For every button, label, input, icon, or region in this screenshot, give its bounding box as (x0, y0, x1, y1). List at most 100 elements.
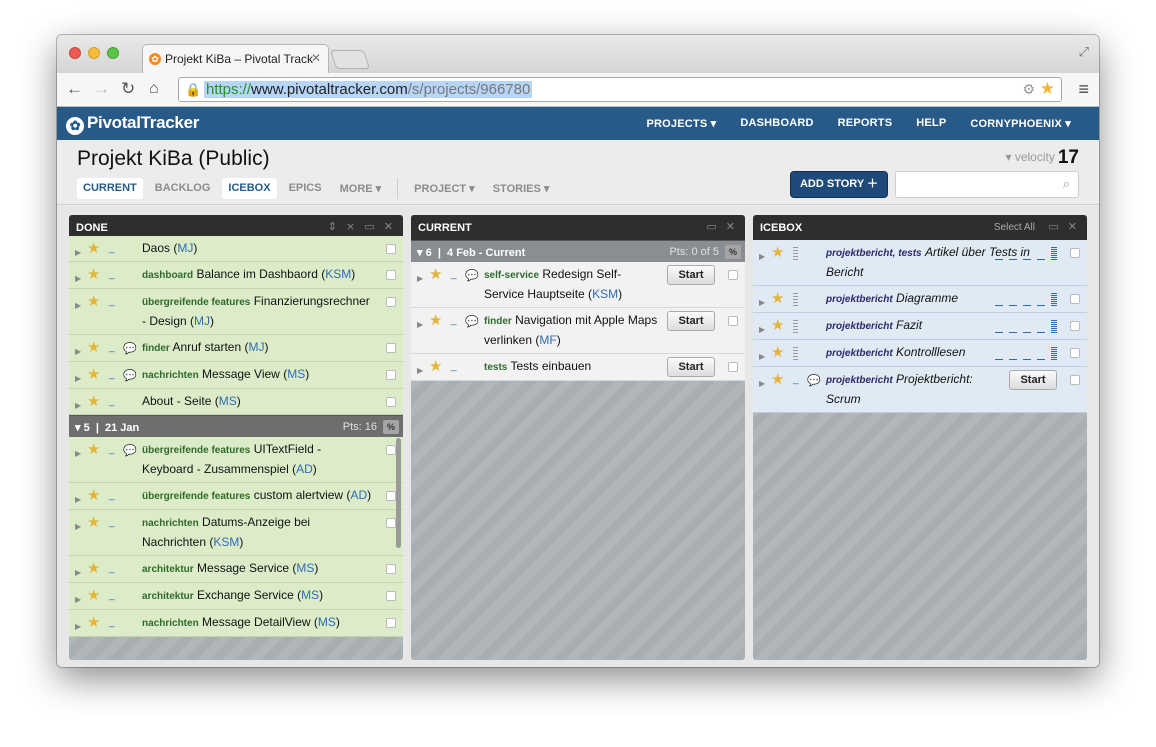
extension-icon[interactable]: ⚙ (1022, 81, 1035, 98)
select-checkbox[interactable] (386, 491, 396, 501)
story-label[interactable]: übergreifende features (142, 297, 250, 308)
estimate-icon[interactable]: _ (793, 375, 799, 385)
star-icon[interactable]: ★ (87, 292, 100, 311)
estimate-meter[interactable] (995, 247, 1057, 260)
start-button[interactable]: Start (667, 357, 715, 377)
estimate-icon[interactable]: _ (109, 445, 115, 455)
expand-icon[interactable]: ▶ (75, 296, 81, 315)
star-icon[interactable]: ★ (87, 239, 100, 258)
estimate-option[interactable] (1009, 332, 1017, 333)
select-checkbox[interactable] (386, 270, 396, 280)
estimate-option[interactable] (1023, 359, 1031, 360)
start-button[interactable]: Start (1009, 370, 1057, 390)
star-icon[interactable]: ★ (771, 343, 784, 362)
story-row[interactable]: ▶ ★ _ dashboard Balance im Dashbaord (KSM) (69, 262, 403, 289)
estimate-option[interactable] (1009, 259, 1017, 260)
select-checkbox[interactable] (1070, 375, 1080, 385)
pivotal-logo[interactable]: ✿ PivotalTracker (66, 113, 199, 135)
start-button[interactable]: Start (667, 311, 715, 331)
select-checkbox[interactable] (1070, 248, 1080, 258)
story-row[interactable]: ▶ ★ _ architektur Exchange Service (MS) (69, 583, 403, 610)
star-icon[interactable]: ★ (87, 365, 100, 384)
story-label[interactable]: architektur (142, 564, 194, 575)
select-checkbox[interactable] (386, 618, 396, 628)
estimate-option[interactable] (1023, 259, 1031, 260)
story-label[interactable]: finder (142, 343, 170, 354)
select-all-link[interactable]: Select All (994, 222, 1035, 233)
menu-project[interactable]: PROJECT ▾ (408, 178, 481, 199)
drag-handle-icon[interactable] (793, 347, 798, 360)
story-label[interactable]: nachrichten (142, 518, 199, 529)
star-icon[interactable]: ★ (87, 265, 100, 284)
select-checkbox[interactable] (386, 370, 396, 380)
story-label[interactable]: projektbericht (826, 348, 893, 359)
home-icon[interactable]: ⌂ (149, 79, 159, 99)
estimate-icon[interactable]: _ (109, 591, 115, 601)
forward-icon[interactable]: → (93, 79, 110, 99)
url-text[interactable]: https://www.pivotaltracker.com/s/project… (204, 81, 533, 98)
browser-menu-icon[interactable]: ≡ (1078, 79, 1089, 100)
scrollbar[interactable] (396, 438, 401, 548)
iteration-header[interactable]: ▾ 5 | 21 Jan Pts: 16% (69, 415, 403, 437)
expand-icon[interactable]: ▶ (75, 563, 81, 582)
estimate-meter[interactable] (995, 293, 1057, 306)
nav-user[interactable]: CORNYPHOENIX ▾ (970, 117, 1071, 130)
star-icon[interactable]: ★ (771, 370, 784, 389)
expand-icon[interactable]: ▶ (75, 590, 81, 609)
select-checkbox[interactable] (728, 362, 738, 372)
estimate-icon[interactable]: _ (109, 297, 115, 307)
menu-stories[interactable]: STORIES ▾ (487, 178, 556, 199)
star-icon[interactable]: ★ (87, 392, 100, 411)
select-checkbox[interactable] (386, 591, 396, 601)
story-row[interactable]: ▶ ★ _ About - Seite (MS) (69, 389, 403, 415)
story-row[interactable]: ▶ ★ _ 💬 self-service Redesign Self-Service H… (411, 262, 745, 308)
star-icon[interactable]: ★ (87, 559, 100, 578)
browser-tab[interactable]: ✿ Projekt KiBa – Pivotal Track ✕ (142, 44, 329, 73)
story-row[interactable]: ▶ ★ _ 💬 übergreifende features UITextField -… (69, 437, 403, 483)
iteration-header[interactable]: ▾ 6 | 4 Feb - Current Pts: 0 of 5% (411, 240, 745, 262)
star-icon[interactable]: ★ (87, 586, 100, 605)
estimate-option[interactable] (1051, 347, 1057, 360)
select-checkbox[interactable] (386, 343, 396, 353)
select-checkbox[interactable] (1070, 321, 1080, 331)
panel-controls-icon[interactable]: ⇕ ⨯ ▭ ✕ (328, 220, 396, 233)
star-icon[interactable]: ★ (87, 440, 100, 459)
estimate-option[interactable] (1051, 293, 1057, 306)
estimate-icon[interactable]: _ (109, 491, 115, 501)
select-checkbox[interactable] (728, 316, 738, 326)
star-icon[interactable]: ★ (429, 357, 442, 376)
expand-icon[interactable]: ▶ (417, 269, 423, 288)
estimate-icon[interactable]: _ (109, 564, 115, 574)
estimate-option[interactable] (1023, 332, 1031, 333)
estimate-option[interactable] (995, 359, 1003, 360)
select-checkbox[interactable] (728, 270, 738, 280)
minimize-window-button[interactable] (88, 47, 100, 59)
nav-projects[interactable]: PROJECTS ▾ (646, 117, 716, 130)
expand-icon[interactable]: ▶ (75, 369, 81, 388)
story-label[interactable]: projektbericht (826, 294, 893, 305)
estimate-icon[interactable]: _ (109, 244, 115, 254)
estimate-meter[interactable] (995, 320, 1057, 333)
star-icon[interactable]: ★ (87, 613, 100, 632)
star-icon[interactable]: ★ (87, 486, 100, 505)
select-checkbox[interactable] (1070, 294, 1080, 304)
story-label[interactable]: architektur (142, 591, 194, 602)
story-label[interactable]: nachrichten (142, 370, 199, 381)
story-label[interactable]: nachrichten (142, 618, 199, 629)
story-row[interactable]: ▶ ★ projektbericht Kontrolllesen (753, 340, 1087, 367)
expand-icon[interactable]: ▶ (75, 490, 81, 509)
drag-handle-icon[interactable] (793, 320, 798, 333)
story-row[interactable]: ▶ ★ _ architektur Message Service (MS) (69, 556, 403, 583)
velocity[interactable]: ▾ velocity 17 (1005, 147, 1079, 169)
story-row[interactable]: ▶ ★ _ übergreifende features custom alertvi… (69, 483, 403, 510)
expand-icon[interactable]: ▶ (759, 293, 765, 312)
estimate-meter[interactable] (995, 347, 1057, 360)
nav-dashboard[interactable]: DASHBOARD (740, 117, 813, 130)
story-row[interactable]: ▶ ★ _ 💬 projektbericht Projektbericht: Scrum… (753, 367, 1087, 413)
select-checkbox[interactable] (386, 445, 396, 455)
estimate-option[interactable] (995, 332, 1003, 333)
zoom-window-button[interactable] (107, 47, 119, 59)
estimate-option[interactable] (1037, 332, 1045, 333)
star-icon[interactable]: ★ (771, 316, 784, 335)
tab-epics[interactable]: EPICS (283, 178, 328, 199)
